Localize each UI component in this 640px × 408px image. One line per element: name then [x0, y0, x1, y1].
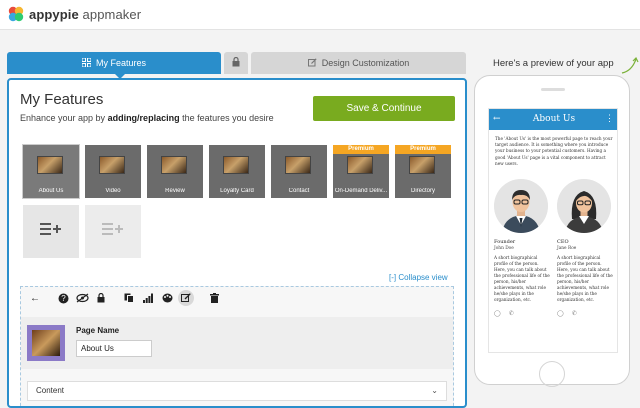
male-avatar — [494, 179, 548, 233]
tab-lock[interactable] — [224, 52, 248, 74]
grid-icon — [81, 57, 92, 69]
member-name: Jane Roe — [557, 246, 577, 251]
page-name-label: Page Name — [76, 326, 120, 335]
editor-toolbar: ← ? — [21, 287, 453, 309]
more-vertical-icon[interactable]: ⋮ — [605, 109, 614, 130]
feature-tile-video[interactable]: Video — [85, 145, 141, 198]
globe-icon[interactable]: ◯ — [557, 310, 564, 317]
feature-tile-loyalty-card[interactable]: Loyalty Card — [209, 145, 265, 198]
page-title: My Features — [20, 91, 104, 108]
about-intro-text: The 'About Us' is the most powerful page… — [495, 136, 613, 166]
lock-icon — [232, 56, 240, 69]
add-list-icon — [102, 222, 124, 241]
panel-subtitle: Enhance your app by adding/replacing the… — [20, 113, 274, 123]
team-member-card: Founder John Doe A short biographical pr… — [494, 179, 550, 317]
add-feature-button[interactable] — [23, 205, 79, 258]
female-avatar — [557, 179, 611, 233]
globe-icon[interactable]: ◯ — [494, 310, 501, 317]
phone-speaker — [541, 88, 565, 91]
feature-tile-on-demand-delivery[interactable]: Premium On-Demand Deliv... — [333, 145, 389, 198]
member-contact-icons: ◯ ✆ — [557, 310, 613, 317]
feature-label: Loyalty Card — [220, 188, 254, 194]
appypie-logo-icon — [7, 5, 25, 23]
phone-preview: ← About Us ⋮ The 'About Us' is the most … — [474, 75, 630, 387]
edit-icon[interactable] — [178, 290, 194, 306]
add-feature-placeholder[interactable] — [85, 205, 141, 258]
feature-tile-about-us[interactable]: About Us — [23, 145, 79, 198]
app-title: About Us — [532, 114, 576, 124]
save-continue-button[interactable]: Save & Continue — [313, 96, 455, 121]
hide-icon[interactable] — [74, 290, 90, 306]
brand-logo[interactable]: appypie appmaker — [7, 5, 141, 23]
team-member-card: CEO Jane Roe A short biographical profil… — [557, 179, 613, 317]
page-thumbnail[interactable] — [27, 325, 65, 361]
phone-screen: ← About Us ⋮ The 'About Us' is the most … — [488, 108, 618, 353]
collapse-view-link[interactable]: [-] Collapse view — [389, 273, 448, 282]
feature-tile-contact[interactable]: Contact — [271, 145, 327, 198]
app-header: ← About Us ⋮ — [489, 109, 617, 130]
chevron-down-icon: ⌄ — [431, 386, 438, 395]
feature-tile-directory[interactable]: Premium Directory — [395, 145, 451, 198]
page-name-row: Page Name About Us — [21, 317, 453, 369]
signal-bars-icon[interactable] — [140, 290, 156, 306]
feature-label: Video — [105, 188, 121, 194]
phone-home-button — [539, 361, 565, 387]
member-bio: A short biographical profile of the pers… — [557, 255, 613, 302]
help-icon[interactable]: ? — [55, 290, 71, 306]
preview-title: Here's a preview of your app — [493, 58, 614, 69]
feature-thumbnail — [347, 156, 373, 174]
back-arrow-icon[interactable]: ← — [493, 109, 501, 130]
member-role: Founder — [494, 239, 516, 245]
add-list-icon — [40, 222, 62, 241]
svg-text:?: ? — [61, 294, 66, 303]
tab-label: Design Customization — [321, 58, 410, 68]
member-contact-icons: ◯ ✆ — [494, 310, 550, 317]
feature-label: Directory — [410, 188, 435, 194]
phone-icon[interactable]: ✆ — [509, 310, 514, 317]
feature-label: Review — [165, 188, 185, 194]
feature-tile-review[interactable]: Review — [147, 145, 203, 198]
premium-badge: Premium — [333, 145, 389, 154]
feature-thumbnail — [99, 156, 125, 174]
back-arrow-icon[interactable]: ← — [27, 290, 43, 306]
phone-icon[interactable]: ✆ — [572, 310, 577, 317]
premium-badge: Premium — [395, 145, 451, 154]
copy-icon[interactable] — [121, 290, 137, 306]
edit-icon — [307, 57, 317, 69]
top-bar: appypie appmaker — [0, 0, 640, 30]
tab-label: My Features — [95, 58, 146, 68]
tab-design-customization[interactable]: Design Customization — [251, 52, 466, 74]
content-label: Content — [36, 386, 65, 395]
feature-thumbnail — [285, 156, 311, 174]
member-bio: A short biographical profile of the pers… — [494, 255, 550, 302]
feature-thumbnail — [409, 156, 435, 174]
brand-name: appypie appmaker — [29, 6, 142, 22]
trash-icon[interactable] — [206, 290, 222, 306]
features-panel: My Features Enhance your app by adding/r… — [7, 78, 467, 408]
feature-thumbnail — [161, 156, 187, 174]
feature-label: Contact — [288, 188, 310, 194]
page-name-input[interactable]: About Us — [76, 340, 152, 357]
member-name: John Doe — [494, 246, 514, 251]
page-editor: ← ? Page Name About Us Content ⌄ — [20, 286, 454, 406]
feature-thumbnail — [37, 156, 63, 174]
feature-label: About Us — [38, 188, 64, 194]
member-role: CEO — [557, 239, 569, 245]
feature-label: On-Demand Deliv... — [334, 188, 388, 194]
lock-icon[interactable] — [93, 290, 109, 306]
feature-thumbnail — [223, 156, 249, 174]
palette-icon[interactable] — [159, 290, 175, 306]
content-dropdown[interactable]: Content ⌄ — [27, 381, 447, 401]
tab-my-features[interactable]: My Features — [7, 52, 221, 79]
